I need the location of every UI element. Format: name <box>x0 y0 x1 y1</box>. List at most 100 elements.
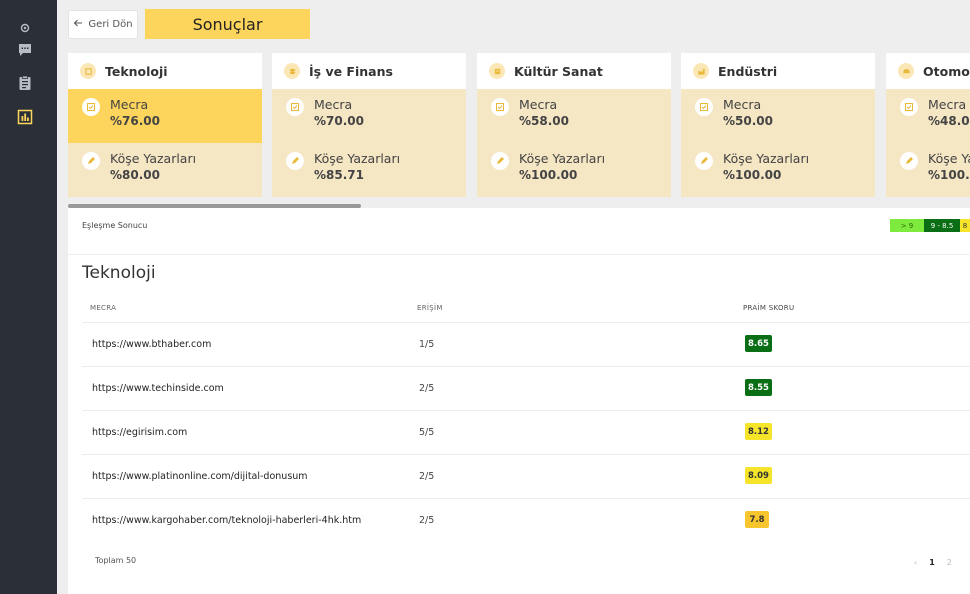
card-row-kose-yazarlari[interactable]: Köşe Ya %100.00 <box>886 143 970 197</box>
row-value: %85.71 <box>314 168 364 182</box>
card-row-mecra[interactable]: Mecra %58.00 <box>477 89 671 143</box>
check-icon <box>491 98 509 116</box>
card-title: Endüstri <box>718 63 778 79</box>
car-icon <box>898 63 914 79</box>
row-label: Köşe Yazarları <box>110 151 197 166</box>
media-url[interactable]: https://www.kargohaber.com/teknoloji-hab… <box>92 515 361 526</box>
pencil-icon <box>286 152 304 170</box>
row-label: Mecra <box>723 97 762 112</box>
table-row[interactable]: https://www.bthaber.com 1/5 8.65 <box>82 322 970 366</box>
book-icon <box>489 63 505 79</box>
clipboard-icon[interactable] <box>17 75 33 91</box>
row-value: %100.00 <box>519 168 578 182</box>
category-icon <box>80 63 96 79</box>
category-card-endustri[interactable]: Endüstri Mecra %50.00 Köşe Yazarları %100.… <box>681 53 875 197</box>
legend-item: 8 <box>960 219 970 232</box>
row-label: Köşe Yazarları <box>314 151 401 166</box>
card-title: Teknoloji <box>105 63 168 79</box>
media-url[interactable]: https://www.techinside.com <box>92 383 224 394</box>
pencil-icon <box>491 152 509 170</box>
total-count: Toplam 50 <box>95 556 137 565</box>
media-url[interactable]: https://www.bthaber.com <box>92 339 211 350</box>
card-header: Endüstri <box>681 53 875 89</box>
pagination: ‹ 1 2 <box>914 558 952 567</box>
card-header: Otomoti <box>886 53 970 89</box>
page-title: Sonuçlar <box>145 9 310 39</box>
card-title: Otomoti <box>923 63 970 79</box>
back-button-label: Geri Dön <box>88 19 133 30</box>
table-row[interactable]: https://www.techinside.com 2/5 8.55 <box>82 366 970 410</box>
score-legend: > 9 9 - 8.5 8 <box>890 219 970 232</box>
column-header-media[interactable]: MECRA <box>90 304 116 312</box>
card-row-kose-yazarlari[interactable]: Köşe Yazarları %100.00 <box>681 143 875 197</box>
reach-value: 2/5 <box>419 515 435 526</box>
row-value: %48.00 <box>928 114 970 128</box>
score-badge: 7.8 <box>745 511 769 528</box>
card-title: İş ve Finans <box>309 63 393 79</box>
score-badge: 8.65 <box>745 335 772 352</box>
card-row-mecra[interactable]: Mecra %76.00 <box>68 89 262 143</box>
legend-item: 9 - 8.5 <box>924 219 960 232</box>
pencil-icon <box>900 152 918 170</box>
reach-value: 2/5 <box>419 383 435 394</box>
card-row-kose-yazarlari[interactable]: Köşe Yazarları %80.00 <box>68 143 262 197</box>
card-header: Kültür Sanat <box>477 53 671 89</box>
row-label: Mecra <box>110 97 149 112</box>
score-badge: 8.09 <box>745 467 772 484</box>
category-card-is-ve-finans[interactable]: İş ve Finans Mecra %70.00 Köşe Yazarları%… <box>272 53 466 197</box>
prev-page-button[interactable]: ‹ <box>914 558 917 567</box>
table-title: Teknoloji <box>82 263 156 283</box>
card-row-kose-yazarlari[interactable]: Köşe Yazarları %100.00 <box>477 143 671 197</box>
card-row-mecra[interactable]: Mecra %50.00 <box>681 89 875 143</box>
match-result-label: Eşleşme Sonucu <box>82 221 148 230</box>
row-label: Mecra <box>519 97 558 112</box>
row-value: %100.00 <box>928 168 970 182</box>
card-header: İş ve Finans <box>272 53 466 89</box>
pencil-icon <box>82 152 100 170</box>
check-icon <box>286 98 304 116</box>
row-value: %80.00 <box>110 168 160 182</box>
card-row-mecra[interactable]: Mecra %48.00 <box>886 89 970 143</box>
score-badge: 8.12 <box>745 423 772 440</box>
card-title: Kültür Sanat <box>514 63 603 79</box>
card-row-kose-yazarlari[interactable]: Köşe Yazarları %85.71 <box>272 143 466 197</box>
chat-icon[interactable] <box>17 42 33 58</box>
check-icon <box>82 98 100 116</box>
category-card-otomotiv[interactable]: Otomoti Mecra %48.00 Köşe Ya %100.00 <box>886 53 970 197</box>
card-row-mecra[interactable]: Mecra %70.00 <box>272 89 466 143</box>
card-header: Teknoloji <box>68 53 262 89</box>
row-value: %50.00 <box>723 114 773 128</box>
row-value: %70.00 <box>314 114 364 128</box>
bar-chart-icon[interactable] <box>17 109 33 125</box>
divider <box>68 254 970 255</box>
coins-icon <box>284 63 300 79</box>
media-url[interactable]: https://www.platinonline.com/dijital-don… <box>92 471 308 482</box>
row-label: Mecra <box>314 97 353 112</box>
reach-value: 1/5 <box>419 339 435 350</box>
row-label: Köşe Yazarları <box>519 151 606 166</box>
score-badge: 8.55 <box>745 379 772 396</box>
row-label: Köşe Ya <box>928 151 970 166</box>
column-header-reach[interactable]: ERİŞİM <box>417 304 443 312</box>
factory-icon <box>693 63 709 79</box>
reach-value: 2/5 <box>419 471 435 482</box>
table-row[interactable]: https://www.kargohaber.com/teknoloji-hab… <box>82 498 970 542</box>
page-button[interactable]: 2 <box>947 558 952 567</box>
media-url[interactable]: https://egirisim.com <box>92 427 187 438</box>
check-icon <box>695 98 713 116</box>
category-card-kultur-sanat[interactable]: Kültür Sanat Mecra %58.00 Köşe Yazarları%… <box>477 53 671 197</box>
page-button-current[interactable]: 1 <box>929 558 935 567</box>
row-label: Mecra <box>928 97 967 112</box>
back-button[interactable]: Geri Dön <box>68 10 138 39</box>
settings-dot-icon[interactable] <box>17 20 33 36</box>
table-row[interactable]: https://egirisim.com 5/5 8.12 <box>82 410 970 454</box>
check-icon <box>900 98 918 116</box>
table-row[interactable]: https://www.platinonline.com/dijital-don… <box>82 454 970 498</box>
category-card-teknoloji[interactable]: Teknoloji Mecra %76.00 Köşe Yazarları %80.… <box>68 53 262 197</box>
row-label: Köşe Yazarları <box>723 151 810 166</box>
pencil-icon <box>695 152 713 170</box>
sidebar <box>0 0 57 594</box>
row-value: %76.00 <box>110 114 160 128</box>
arrow-left-icon <box>73 18 83 31</box>
column-header-score[interactable]: PRAİM SKORU <box>743 304 794 312</box>
